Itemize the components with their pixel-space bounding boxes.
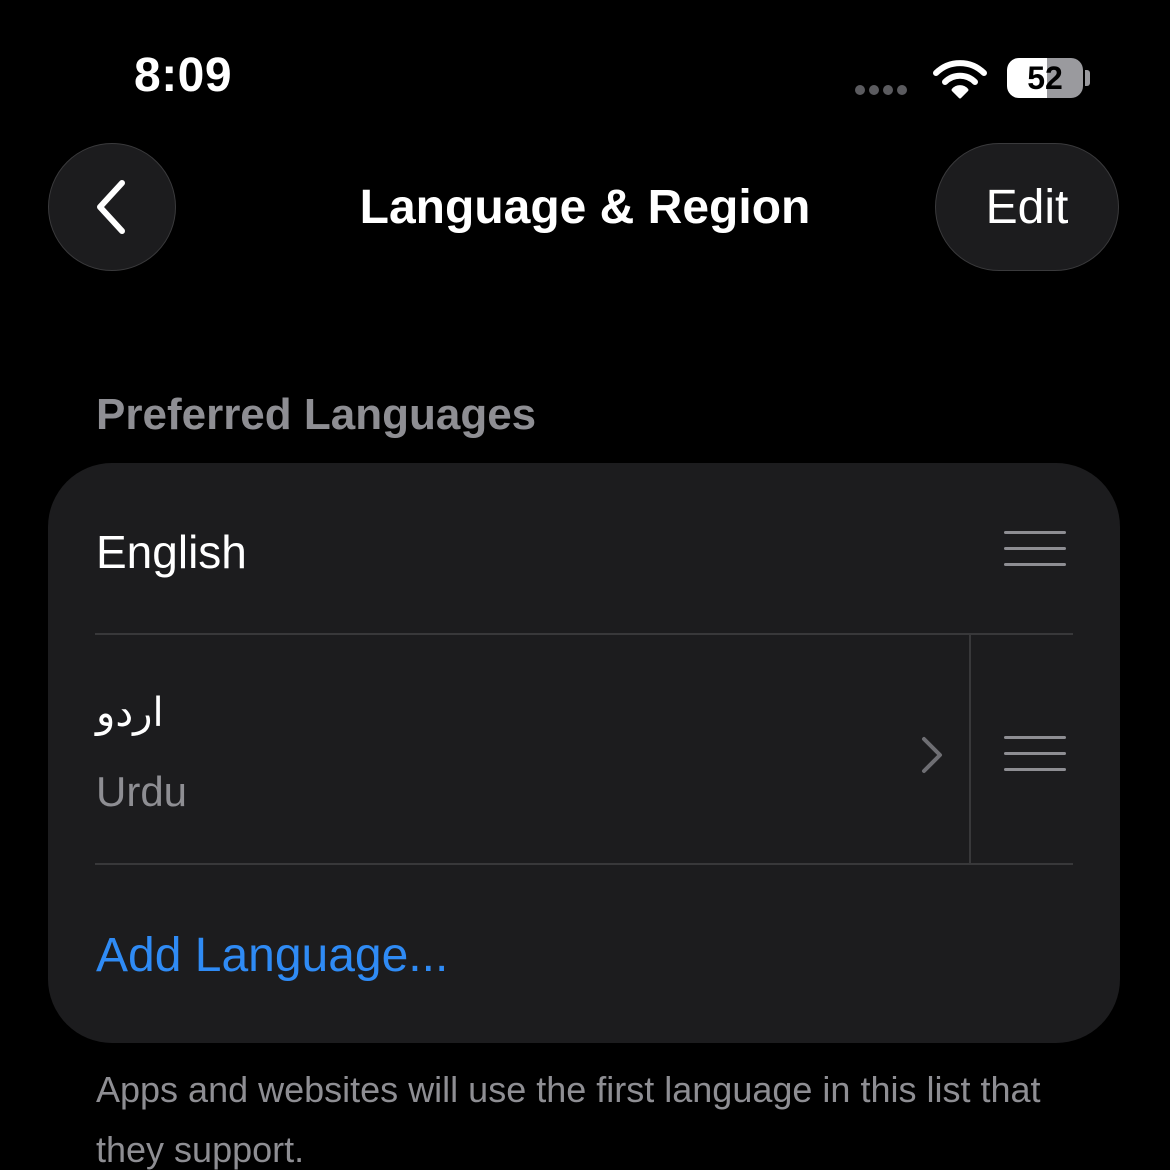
language-native-name: اردو bbox=[96, 691, 164, 735]
battery-tip bbox=[1085, 70, 1090, 86]
preferred-languages-list: English اردو Urdu Add Language... bbox=[48, 463, 1120, 1043]
section-header-preferred-languages: Preferred Languages bbox=[96, 390, 537, 439]
language-region-screen: 8:09 52 Language & Region Edit Preferred… bbox=[0, 0, 1170, 1170]
language-name: English bbox=[96, 526, 247, 578]
chevron-right-icon bbox=[922, 737, 942, 773]
list-item-english: English bbox=[48, 463, 1120, 634]
divider bbox=[95, 863, 1073, 865]
wifi-icon bbox=[933, 60, 987, 99]
divider bbox=[969, 635, 971, 865]
section-footer: Apps and websites will use the first lan… bbox=[96, 1069, 1041, 1170]
battery-level: 52 bbox=[1027, 60, 1063, 96]
add-language-button[interactable]: Add Language... bbox=[96, 928, 448, 983]
cellular-signal-icon bbox=[855, 85, 907, 95]
battery-indicator: 52 bbox=[1007, 58, 1083, 98]
edit-button[interactable]: Edit bbox=[935, 143, 1119, 271]
reorder-handle-icon[interactable] bbox=[1004, 736, 1066, 772]
status-time: 8:09 bbox=[134, 49, 233, 102]
list-item-urdu[interactable]: اردو Urdu bbox=[48, 635, 970, 863]
language-name: Urdu bbox=[96, 768, 188, 815]
reorder-handle-icon[interactable] bbox=[1004, 531, 1066, 567]
